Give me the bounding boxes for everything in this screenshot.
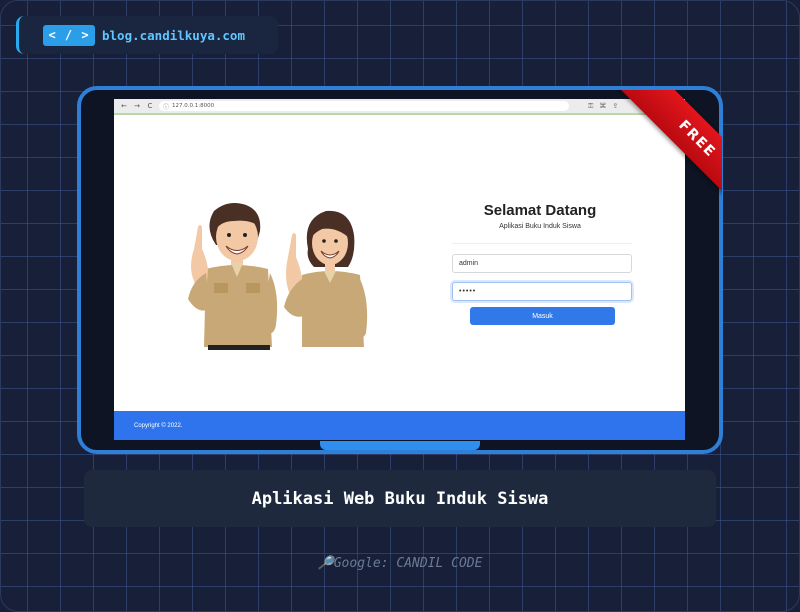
login-title: Selamat Datang [483,202,597,219]
username-value: admin [459,260,479,267]
free-ribbon: FREE [590,90,722,222]
password-value: ••••• [459,288,477,295]
forward-icon[interactable]: → [133,102,141,110]
username-input[interactable]: admin [452,254,632,273]
caption-title: Aplikasi Web Buku Induk Siswa [251,488,549,509]
login-button[interactable]: Masuk [470,307,615,325]
login-button-label: Masuk [532,312,553,320]
footer-copyright: Copyright © 2022. [134,422,183,429]
address-bar[interactable]: ⓘ 127.0.0.1:8000 [159,101,569,111]
password-input[interactable]: ••••• [452,282,632,301]
caption-box: Aplikasi Web Buku Induk Siswa [84,470,716,527]
login-subtitle: Aplikasi Buku Induk Siswa [499,223,581,230]
woman-figure [284,210,368,347]
free-ribbon-label: FREE [616,90,722,220]
reload-icon[interactable]: C [146,102,154,110]
code-icon: < / > [43,24,95,46]
blog-url[interactable]: blog.candilkuya.com [102,28,245,43]
device-stand-bar [320,441,480,450]
login-divider [452,243,632,244]
back-icon[interactable]: ← [120,102,128,110]
info-icon: ⓘ [163,103,170,111]
google-search-hint: 🔎Google: CANDIL CODE [317,556,483,571]
teacher-illustration [188,203,368,350]
man-figure [188,203,278,350]
blog-badge[interactable]: < / > blog.candilkuya.com [16,16,278,54]
address-text: 127.0.0.1:8000 [172,103,215,109]
page-footer: Copyright © 2022. [114,411,685,440]
